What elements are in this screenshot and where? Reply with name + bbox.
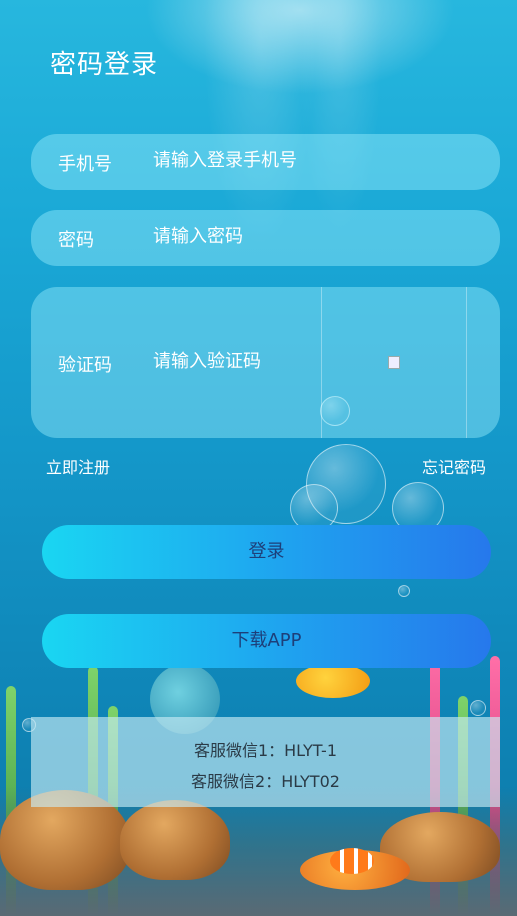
register-link[interactable]: 立即注册 xyxy=(46,454,110,478)
captcha-image[interactable] xyxy=(321,287,467,438)
bubble xyxy=(398,585,410,597)
password-field: 密码 xyxy=(31,210,500,266)
download-app-button[interactable]: 下载APP xyxy=(42,614,491,668)
bubble xyxy=(470,700,486,716)
service-wechat-1: 客服微信1：HLYT-1 xyxy=(193,741,338,760)
yellow-fish xyxy=(296,664,370,698)
password-input[interactable] xyxy=(153,226,333,247)
broken-image-icon xyxy=(388,356,400,369)
customer-service-panel: 客服微信1：HLYT-1 客服微信2：HLYT02 xyxy=(31,717,500,807)
captcha-input[interactable] xyxy=(153,351,333,372)
phone-field: 手机号 xyxy=(31,134,500,190)
rock xyxy=(380,812,500,882)
captcha-label: 验证码 xyxy=(58,355,112,376)
clownfish xyxy=(330,848,374,874)
phone-label: 手机号 xyxy=(58,154,112,175)
captcha-field: 验证码 xyxy=(31,287,500,438)
service-wechat-2: 客服微信2：HLYT02 xyxy=(191,772,340,791)
login-button[interactable]: 登录 xyxy=(42,525,491,579)
seaweed xyxy=(6,686,16,916)
starfish xyxy=(300,850,410,890)
phone-input[interactable] xyxy=(153,150,473,171)
page-title: 密码登录 xyxy=(50,50,159,80)
rock xyxy=(120,800,230,880)
forgot-password-link[interactable]: 忘记密码 xyxy=(422,454,486,478)
bubble xyxy=(306,444,386,524)
password-label: 密码 xyxy=(58,230,94,251)
